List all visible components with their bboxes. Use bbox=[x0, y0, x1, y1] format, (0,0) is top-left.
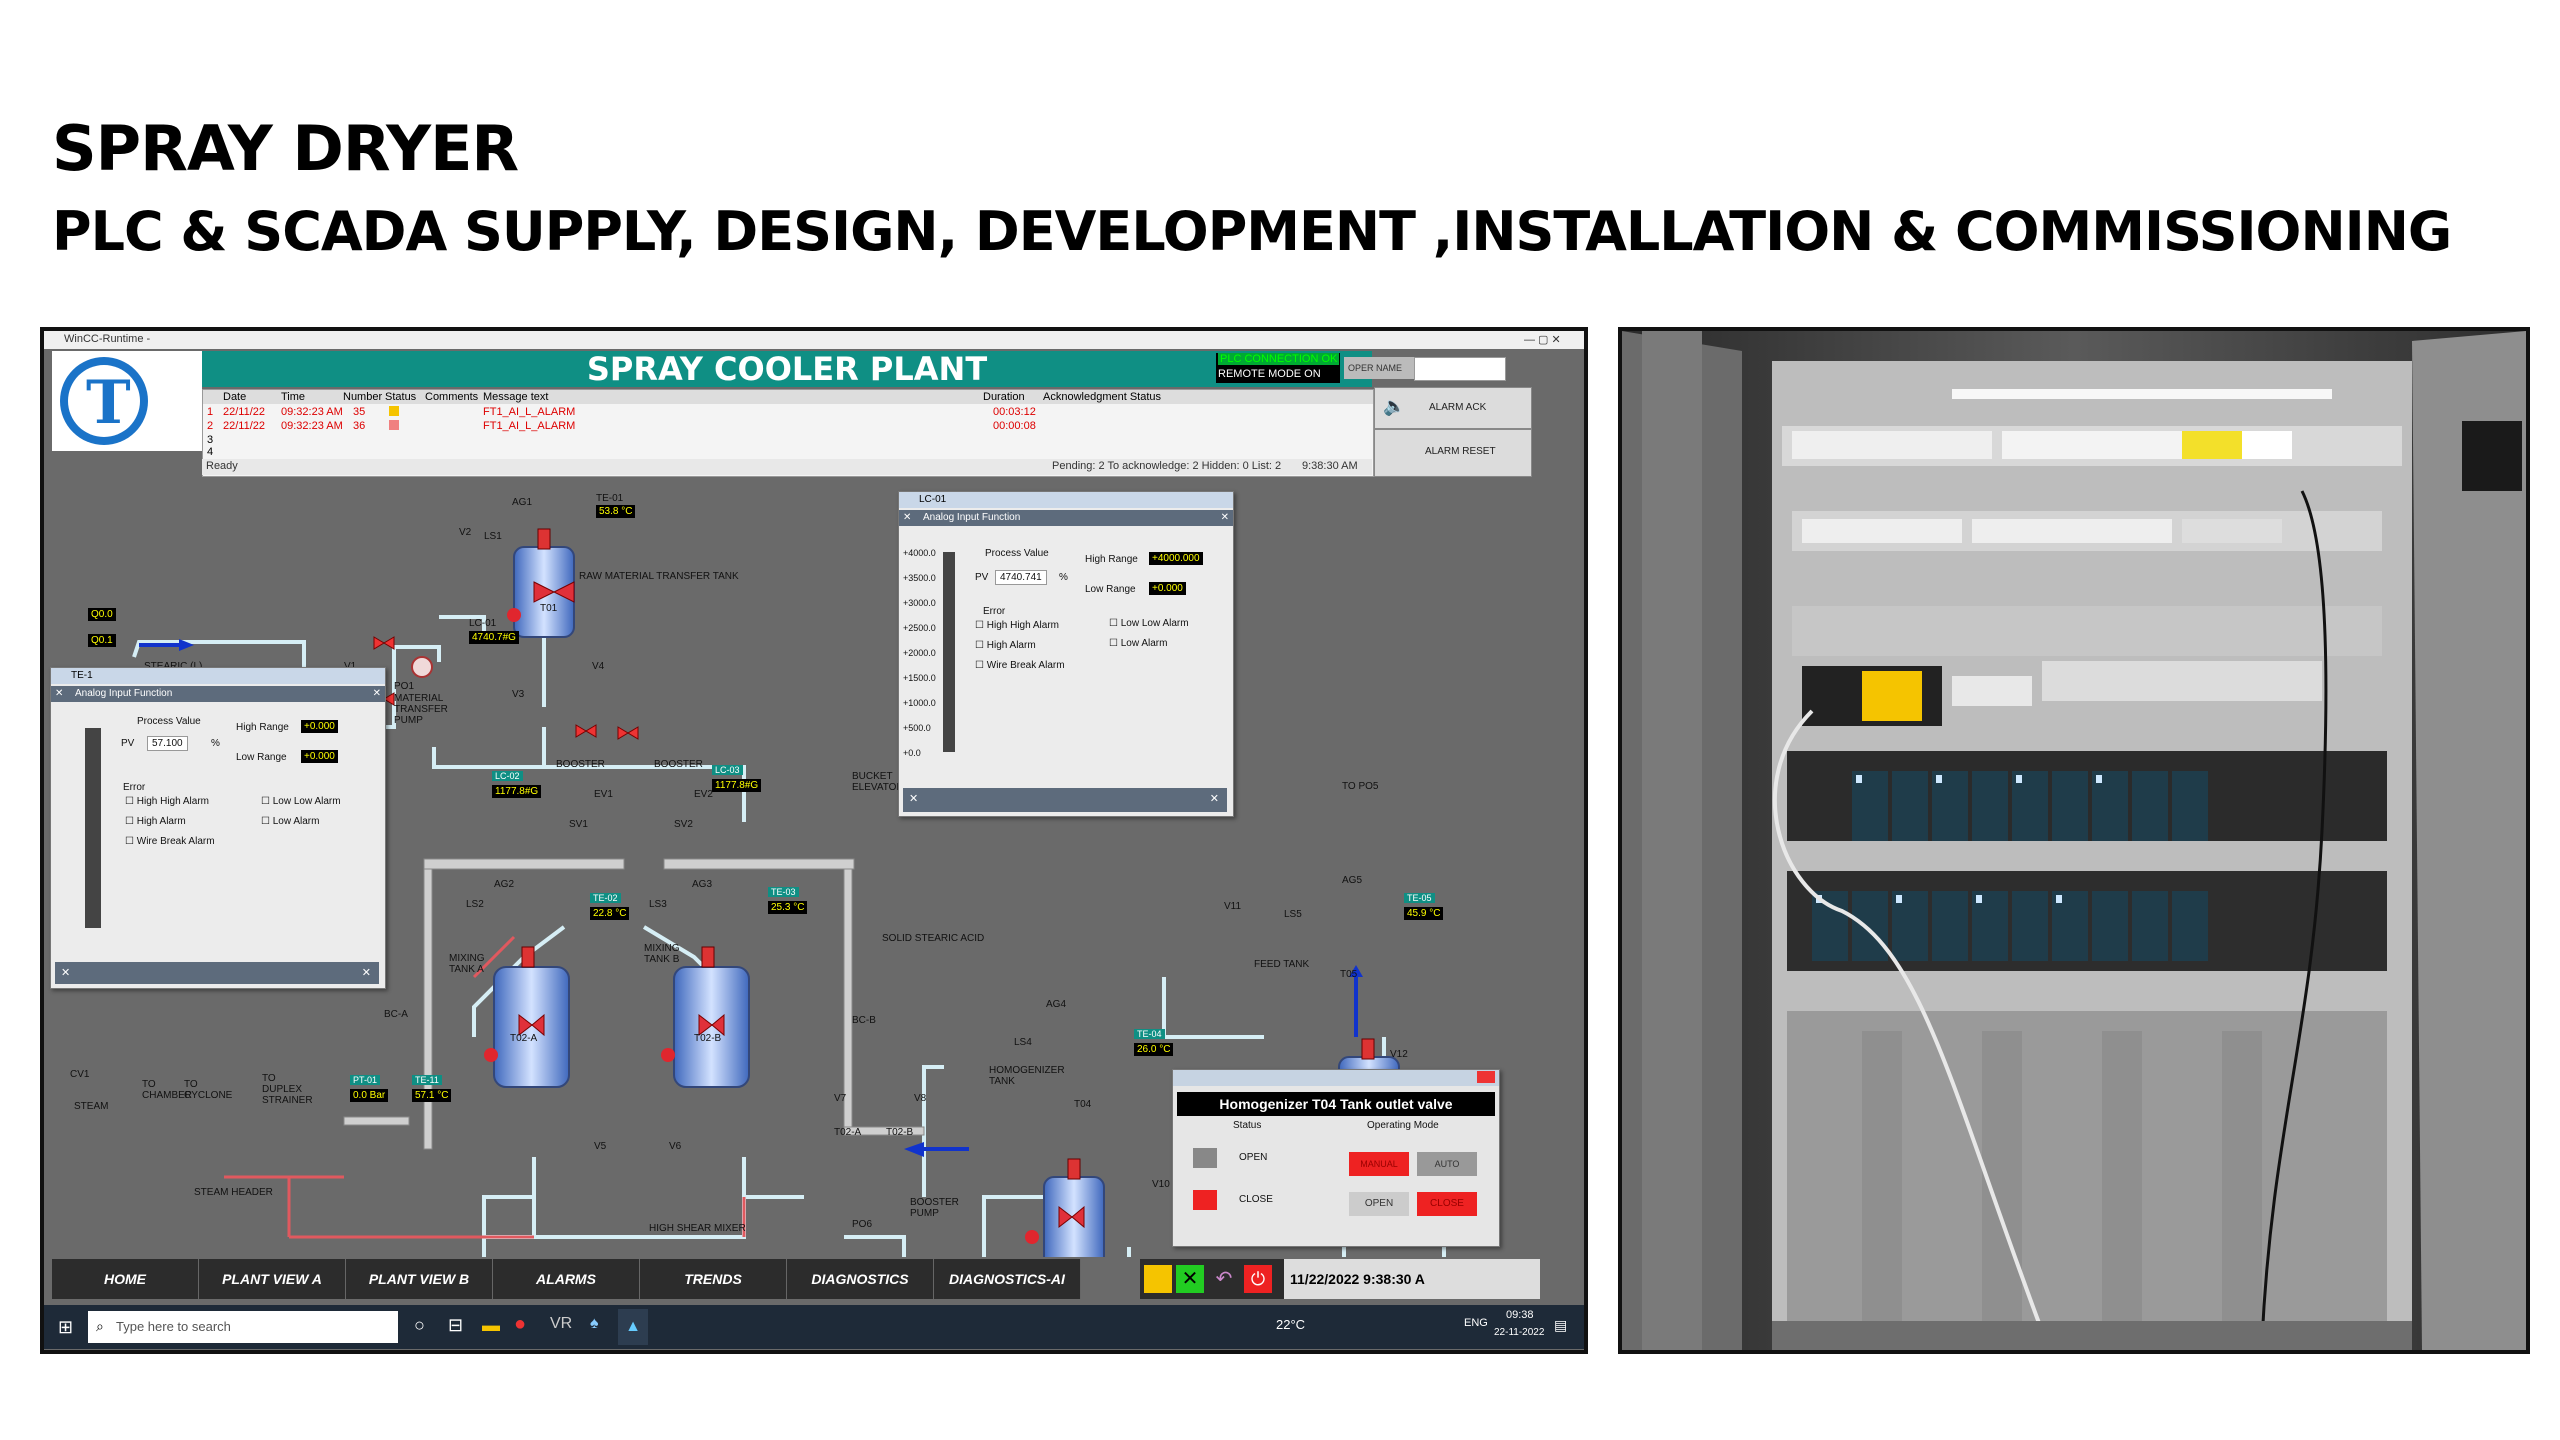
alarm-ack-button[interactable]: 🔈 ALARM ACK bbox=[1374, 387, 1532, 429]
tools-icon[interactable] bbox=[1144, 1265, 1172, 1293]
plc-connection-status: PLC CONNECTION OK bbox=[1218, 353, 1340, 365]
power-icon[interactable]: ⏻ bbox=[1244, 1265, 1272, 1293]
checkbox[interactable]: ☐ High High Alarm bbox=[975, 620, 1059, 631]
slide-subtitle: PLC & SCADA SUPPLY, DESIGN, DEVELOPMENT … bbox=[52, 200, 2452, 263]
alarm-table-header: Date Time Number Status Comments Message… bbox=[203, 390, 1373, 404]
wincc-icon[interactable]: ▲ bbox=[618, 1309, 648, 1345]
close-icon[interactable]: ✕ bbox=[1210, 792, 1219, 805]
valve-control-dialog[interactable]: Homogenizer T04 Tank outlet valve Status… bbox=[1172, 1069, 1500, 1247]
notification-icon[interactable]: ▤ bbox=[1554, 1317, 1567, 1334]
level-bar bbox=[85, 728, 101, 928]
close-button[interactable]: CLOSE bbox=[1417, 1192, 1477, 1216]
windows-taskbar: ⊞ ⌕ Type here to search ○ ⊟ ▬ ● VR ♠ ▲ 2… bbox=[44, 1305, 1584, 1349]
chrome-icon[interactable]: ● bbox=[514, 1313, 526, 1336]
close-icon[interactable] bbox=[1477, 1071, 1495, 1083]
checkbox[interactable]: ☐ Low Alarm bbox=[261, 816, 319, 827]
analog-input-dialog-te1[interactable]: TE-1 ✕ Analog Input Function ✕ Process V… bbox=[50, 667, 386, 989]
nav-plant-view-a[interactable]: PLANT VIEW A bbox=[199, 1259, 346, 1299]
svg-text:T: T bbox=[86, 368, 131, 438]
checkbox[interactable]: ☐ Low Low Alarm bbox=[1109, 618, 1189, 629]
operator-name-field[interactable] bbox=[1414, 357, 1506, 381]
panel-illustration bbox=[1622, 331, 2526, 1350]
nav-diagnostics-ai[interactable]: DIAGNOSTICS-AI bbox=[934, 1259, 1081, 1299]
high-range-field[interactable]: +4000.000 bbox=[1149, 552, 1203, 565]
scada-screenshot: WinCC-Runtime - — ▢ ✕ T SPRAY COOLER PLA… bbox=[40, 327, 1588, 1354]
checkbox[interactable]: ☐ High High Alarm bbox=[125, 796, 209, 807]
low-range-field[interactable]: +0.000 bbox=[1149, 582, 1186, 595]
operator-name-label: OPER NAME bbox=[1344, 357, 1424, 379]
dialog-footer: ✕ ✕ bbox=[903, 788, 1227, 812]
remote-mode-status: REMOTE MODE ON bbox=[1218, 368, 1321, 380]
file-explorer-icon[interactable]: ▬ bbox=[482, 1315, 500, 1336]
alarm-reset-button[interactable]: ALARM RESET bbox=[1374, 429, 1532, 477]
nav-plant-view-b[interactable]: PLANT VIEW B bbox=[346, 1259, 493, 1299]
open-button[interactable]: OPEN bbox=[1349, 1192, 1409, 1216]
datetime-display: 11/22/2022 9:38:30 A bbox=[1284, 1259, 1540, 1299]
windows-start-icon[interactable]: ⊞ bbox=[58, 1317, 73, 1338]
open-status-indicator bbox=[1193, 1148, 1217, 1168]
analog-input-dialog-lc01[interactable]: LC-01 ✕ Analog Input Function ✕ +4000.0 … bbox=[898, 491, 1234, 817]
search-icon: ⌕ bbox=[96, 1318, 104, 1334]
dialog-titlebar[interactable]: TE-1 bbox=[51, 668, 385, 684]
dialog-subtitle: ✕ Analog Input Function ✕ bbox=[899, 510, 1233, 526]
dialog-footer: ✕ ✕ bbox=[55, 962, 379, 984]
widgets-icon[interactable]: ⊟ bbox=[448, 1315, 463, 1336]
alarm-status-bar: Ready Pending: 2 To acknowledge: 2 Hidde… bbox=[202, 459, 1372, 475]
close-icon[interactable]: ✕ bbox=[61, 966, 70, 979]
checkbox[interactable]: ☐ High Alarm bbox=[975, 640, 1036, 651]
pv-field: 4740.741 bbox=[995, 570, 1047, 585]
dialog-subtitle: ✕ Analog Input Function ✕ bbox=[51, 686, 385, 702]
undo-icon[interactable]: ↶ bbox=[1210, 1265, 1238, 1293]
manual-button[interactable]: MANUAL bbox=[1349, 1152, 1409, 1176]
checkbox[interactable]: ☐ Low Alarm bbox=[1109, 638, 1167, 649]
window-titlebar: WinCC-Runtime - — ▢ ✕ bbox=[44, 331, 1584, 349]
close-icon[interactable]: ✕ bbox=[903, 512, 911, 523]
speaker-icon: 🔈 bbox=[1383, 396, 1406, 416]
taskbar-search[interactable]: ⌕ Type here to search bbox=[88, 1311, 398, 1343]
close-icon[interactable]: ✕ bbox=[373, 688, 381, 699]
close-icon[interactable]: ✕ bbox=[909, 792, 918, 805]
window-controls-icon[interactable]: — ▢ ✕ bbox=[1524, 333, 1561, 346]
level-bar bbox=[943, 552, 955, 752]
close-icon[interactable]: ✕ bbox=[55, 688, 63, 699]
app-icon[interactable]: ♠ bbox=[590, 1315, 599, 1333]
control-panel-photo bbox=[1618, 327, 2530, 1354]
auto-button[interactable]: AUTO bbox=[1417, 1152, 1477, 1176]
checkbox[interactable]: ☐ Wire Break Alarm bbox=[975, 660, 1065, 671]
company-logo: T bbox=[52, 351, 202, 451]
dialog-titlebar[interactable]: LC-01 bbox=[899, 492, 1233, 508]
nav-alarms[interactable]: ALARMS bbox=[493, 1259, 640, 1299]
slide-title: SPRAY DRYER bbox=[52, 112, 519, 185]
checkbox[interactable]: ☐ Wire Break Alarm bbox=[125, 836, 215, 847]
plant-title: SPRAY COOLER PLANT bbox=[586, 350, 988, 388]
checkbox[interactable]: ☐ Low Low Alarm bbox=[261, 796, 341, 807]
close-status-indicator bbox=[1193, 1190, 1217, 1210]
toolbar-icons: ✕ ↶ ⏻ bbox=[1140, 1259, 1300, 1299]
nav-home[interactable]: HOME bbox=[52, 1259, 199, 1299]
app-icon[interactable]: VR bbox=[550, 1315, 572, 1333]
pv-field: 57.100 bbox=[147, 736, 188, 751]
wrench-icon[interactable]: ✕ bbox=[1176, 1265, 1204, 1293]
high-range-field[interactable]: +0.000 bbox=[301, 720, 338, 733]
window-title: WinCC-Runtime - bbox=[64, 333, 151, 345]
close-icon[interactable]: ✕ bbox=[362, 966, 371, 979]
nav-diagnostics[interactable]: DIAGNOSTICS bbox=[787, 1259, 934, 1299]
nav-trends[interactable]: TRENDS bbox=[640, 1259, 787, 1299]
dialog-titlebar[interactable] bbox=[1173, 1070, 1499, 1086]
low-range-field[interactable]: +0.000 bbox=[301, 750, 338, 763]
close-icon[interactable]: ✕ bbox=[1221, 512, 1229, 523]
task-view-icon[interactable]: ○ bbox=[414, 1315, 425, 1336]
valve-dialog-title: Homogenizer T04 Tank outlet valve bbox=[1177, 1092, 1495, 1116]
checkbox[interactable]: ☐ High Alarm bbox=[125, 816, 186, 827]
